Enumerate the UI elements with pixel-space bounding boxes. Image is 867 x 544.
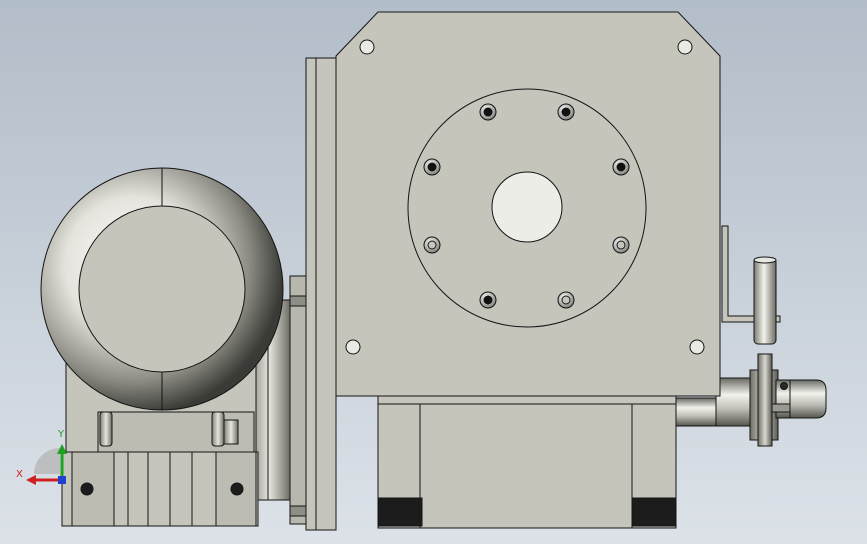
side-flange (305, 57, 337, 531)
y-axis-label: Y (58, 429, 65, 440)
output-flange (407, 88, 647, 328)
foot-hole-right (230, 482, 244, 496)
gearbox-drawing (0, 0, 867, 544)
foot-hole-left (80, 482, 94, 496)
plate-hole-bl (345, 339, 361, 355)
plate-hole-tl (359, 39, 375, 55)
shaft-bolt (780, 382, 788, 390)
x-axis-label: X (16, 469, 23, 480)
motor (40, 167, 284, 411)
plate-hole-tr (677, 39, 693, 55)
plate-hole-br (689, 339, 705, 355)
lower-housing (377, 391, 677, 529)
center-bore (491, 171, 563, 243)
cad-viewport[interactable]: X Y (0, 0, 867, 544)
motor-end-cap (78, 205, 246, 373)
housing-foot-right (631, 497, 677, 527)
housing-foot-left (377, 497, 423, 527)
